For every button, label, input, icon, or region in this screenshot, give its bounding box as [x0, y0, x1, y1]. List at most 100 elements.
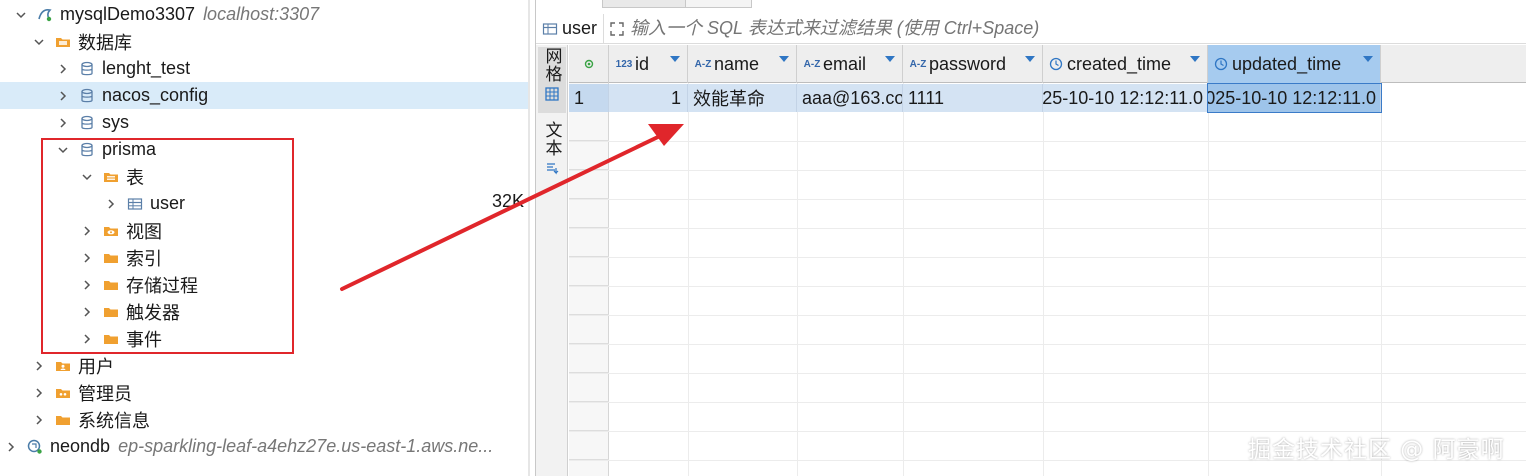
tree-node-system-info[interactable]: 系统信息 — [0, 406, 530, 433]
chevron-right-icon[interactable] — [32, 386, 46, 400]
sort-filter-icon[interactable] — [669, 55, 681, 63]
folder-label: 触发器 — [126, 302, 180, 323]
tab-grid[interactable]: 网格 — [538, 47, 566, 113]
connection-host: ep-sparkling-leaf-a4ehz27e.us-east-1.aws… — [118, 436, 494, 456]
chevron-right-icon[interactable] — [80, 305, 94, 319]
tree-splitter[interactable] — [528, 0, 530, 476]
tree-node-databases[interactable]: 数据库 — [0, 28, 530, 55]
connection-host: localhost:3307 — [203, 4, 320, 24]
folder-label: 索引 — [126, 248, 162, 269]
sort-filter-icon[interactable] — [1189, 55, 1201, 63]
editor-tab[interactable] — [602, 0, 686, 8]
tables-folder-icon — [102, 168, 120, 186]
folder-icon — [102, 276, 120, 294]
table-label: user — [150, 193, 186, 213]
tree-node-administrators[interactable]: 管理员 — [0, 379, 530, 406]
column-header-created-time[interactable]: created_time — [1043, 45, 1208, 83]
cell-password[interactable]: 1111 — [903, 84, 1043, 112]
tree-node-db-prisma[interactable]: prisma — [0, 136, 530, 163]
database-icon — [78, 60, 96, 78]
chevron-right-icon[interactable] — [4, 440, 18, 454]
cell-email[interactable]: aaa@163.cor — [797, 84, 903, 112]
column-header-id[interactable]: 123 id — [609, 45, 688, 83]
chevron-down-icon[interactable] — [14, 8, 28, 22]
tab-grid-label: 网格 — [542, 47, 562, 83]
table-row[interactable]: 1 1 效能革命 aaa@163.cor 1111 25-10-10 12:12… — [569, 83, 1414, 113]
grid-line — [569, 141, 1526, 142]
chevron-right-icon[interactable] — [56, 62, 70, 76]
users-folder-icon — [54, 357, 72, 375]
grid-line — [569, 315, 1526, 316]
sort-filter-icon[interactable] — [884, 55, 896, 63]
database-label: prisma — [102, 139, 157, 159]
tree-node-tables[interactable]: 表 — [0, 163, 530, 190]
mysql-connection-icon — [36, 6, 54, 24]
chevron-right-icon[interactable] — [32, 413, 46, 427]
tree-node-connection-neondb[interactable]: neondb ep-sparkling-leaf-a4ehz27e.us-eas… — [0, 433, 530, 460]
grid-line — [569, 228, 1526, 229]
folder-label: 存储过程 — [126, 275, 198, 296]
tree-node-connection[interactable]: mysqlDemo3307 localhost:3307 — [0, 1, 530, 28]
grid-line — [569, 344, 1526, 345]
cell-name[interactable]: 效能革命 — [688, 84, 797, 112]
chevron-right-icon[interactable] — [56, 116, 70, 130]
row-status-icon — [584, 59, 593, 69]
text-icon — [547, 163, 559, 175]
views-folder-icon — [102, 222, 120, 240]
database-label: lenght_test — [102, 58, 191, 78]
tree-node-db-nacos-config[interactable]: nacos_config — [0, 82, 530, 109]
column-header-updated-time[interactable]: updated_time — [1208, 45, 1381, 83]
chevron-right-icon[interactable] — [32, 359, 46, 373]
tree-node-events[interactable]: 事件 — [0, 325, 530, 352]
chevron-down-icon[interactable] — [80, 170, 94, 184]
filter-table-selector[interactable]: user — [536, 13, 604, 44]
chevron-right-icon[interactable] — [80, 278, 94, 292]
database-label: nacos_config — [102, 85, 209, 105]
folder-label: 用户 — [78, 356, 114, 377]
grid-line — [569, 257, 1526, 258]
tree-node-users[interactable]: 用户 — [0, 352, 530, 379]
column-header-name[interactable]: A-Z name — [688, 45, 797, 83]
filter-input[interactable] — [604, 13, 1526, 44]
sort-filter-icon[interactable] — [1362, 55, 1374, 63]
select-all-cell[interactable] — [569, 45, 609, 83]
chevron-right-icon[interactable] — [56, 89, 70, 103]
editor-tab[interactable] — [686, 0, 752, 8]
row-number-cell[interactable]: 1 — [569, 84, 609, 112]
string-type-icon: A-Z — [803, 58, 821, 70]
tree-node-triggers[interactable]: 触发器 — [0, 298, 530, 325]
connection-label: neondb — [50, 436, 111, 456]
column-header-password[interactable]: A-Z password — [903, 45, 1043, 83]
cell-updated-time[interactable]: 025-10-10 12:12:11.0 — [1207, 83, 1382, 113]
chevron-down-icon[interactable] — [32, 35, 46, 49]
folder-icon — [102, 249, 120, 267]
chevron-down-icon[interactable] — [56, 143, 70, 157]
tree-node-indexes[interactable]: 索引 — [0, 244, 530, 271]
tab-text[interactable]: 文本 — [538, 121, 566, 183]
tree-node-db-lenght-test[interactable]: lenght_test — [0, 55, 530, 82]
tree-node-procedures[interactable]: 存储过程 — [0, 271, 530, 298]
view-mode-tabs: 网格 文本 — [536, 45, 568, 476]
cell-created-time[interactable]: 25-10-10 12:12:11.0 — [1043, 84, 1208, 112]
chevron-right-icon[interactable] — [80, 224, 94, 238]
chevron-right-icon[interactable] — [104, 197, 118, 211]
chevron-right-icon[interactable] — [80, 251, 94, 265]
column-header-email[interactable]: A-Z email — [797, 45, 903, 83]
tree-node-db-sys[interactable]: sys — [0, 109, 530, 136]
grid-header: 123 id A-Z name A-Z email A-Z password c… — [569, 45, 1526, 83]
folder-icon — [102, 303, 120, 321]
sort-filter-icon[interactable] — [778, 55, 790, 63]
tree-node-views[interactable]: 视图 — [0, 217, 530, 244]
tree-node-table-user[interactable]: user — [0, 190, 530, 217]
chevron-right-icon[interactable] — [80, 332, 94, 346]
grid-icon — [545, 87, 559, 101]
numeric-type-icon: 123 — [615, 58, 633, 70]
result-grid: 123 id A-Z name A-Z email A-Z password c… — [569, 45, 1526, 476]
folder-label: 系统信息 — [78, 410, 150, 431]
sort-filter-icon[interactable] — [1024, 55, 1036, 63]
column-label: email — [823, 53, 867, 74]
cell-id[interactable]: 1 — [609, 84, 688, 112]
string-type-icon: A-Z — [694, 58, 712, 70]
grid-line — [569, 373, 1526, 374]
expand-icon[interactable] — [608, 20, 626, 38]
